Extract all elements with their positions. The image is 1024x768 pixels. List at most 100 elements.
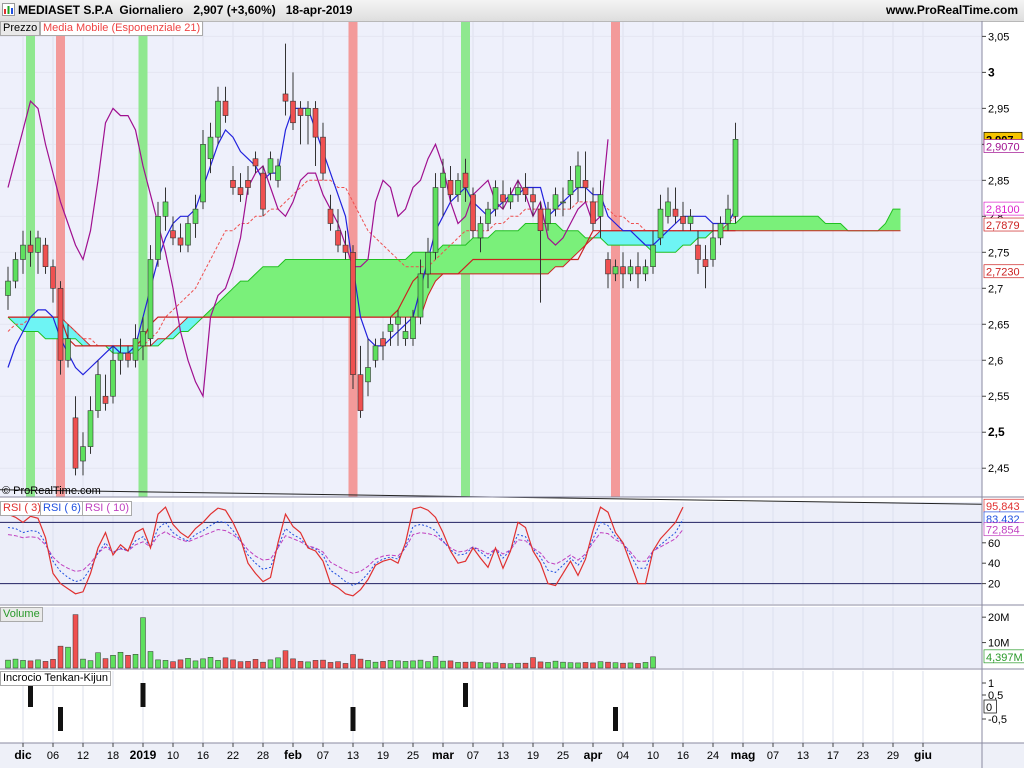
site-url[interactable]: www.ProRealTime.com (886, 3, 1018, 17)
cloud-segment (375, 259, 383, 318)
volume-bar (42, 661, 49, 669)
chart-header: MEDIASET S.P.A Giornaliero 2,907 (+3,60%… (0, 0, 1024, 22)
volume-bar (642, 662, 649, 669)
xaxis-tick-label: 07 (767, 750, 779, 762)
candle-bear (702, 259, 709, 267)
volume-bar (605, 661, 611, 669)
volume-axis-tick-label: 20M (988, 612, 1009, 624)
volume-bar (312, 660, 319, 669)
price-axis-tick-label: 2,5 (988, 425, 1005, 439)
candle-bull (20, 244, 26, 260)
volume-bar (177, 659, 184, 669)
candle-bear (237, 187, 244, 196)
rsi-panel-bg (0, 502, 982, 604)
rsi10-label: RSI ( 10) (85, 502, 130, 514)
volume-bar (620, 662, 626, 669)
cloud-segment (780, 216, 788, 231)
price-axis-tick-label: 2,45 (988, 463, 1009, 475)
cloud-segment (480, 237, 488, 274)
cloud-segment (758, 216, 766, 231)
volume-bar (432, 656, 439, 669)
volume-bar (50, 659, 56, 669)
price-axis-tick-label: 2,6 (988, 355, 1003, 367)
volume-bar (245, 661, 251, 669)
candle-bear (170, 230, 176, 239)
price-axis-tick-label: 3,05 (988, 31, 1009, 43)
cloud-segment (503, 230, 511, 274)
candle-bull (597, 194, 604, 217)
rsi-axis-tick-label: 60 (988, 538, 1000, 550)
xaxis-tick-label: 04 (617, 750, 629, 762)
volume-bar (87, 660, 94, 669)
rsi-axis-tick-label: 40 (988, 558, 1000, 570)
candle-bull (402, 331, 409, 339)
candle-bear (522, 187, 529, 196)
candle-bull (395, 316, 401, 325)
price-label: Prezzo (3, 22, 38, 34)
cross-axis-tick-label: 1 (988, 678, 994, 690)
cross-signal-bar (350, 707, 356, 731)
cloud-segment (630, 230, 638, 246)
volume-bar (357, 658, 364, 669)
cloud-segment (803, 216, 811, 231)
cloud-segment (270, 266, 278, 318)
cloud-segment (443, 245, 451, 274)
xaxis-tick-label: 18 (107, 750, 119, 762)
candle-bull (132, 338, 139, 361)
candle-bull (567, 180, 574, 196)
volume-bar (170, 661, 176, 669)
candle-bull (477, 223, 484, 239)
volume-bar (20, 660, 26, 669)
cloud-segment (765, 216, 773, 231)
candle-bear (470, 194, 476, 232)
cross-signal-bar (140, 683, 146, 707)
candle-bull (507, 194, 514, 203)
candle-bull (552, 194, 559, 210)
cloud-segment (338, 259, 346, 318)
ema-label: Media Mobile (Esponenziale 21) (43, 22, 201, 34)
volume-bar (537, 661, 544, 669)
cloud-segment (30, 317, 38, 332)
cloud-segment (743, 216, 751, 231)
candle-bear (335, 230, 341, 246)
candle-bull (365, 367, 371, 383)
candle-bull (65, 338, 71, 361)
volume-axis-tick-label: 10M (988, 638, 1009, 650)
xaxis-tick-label: 19 (377, 750, 389, 762)
watermark: © ProRealTime.com (2, 485, 101, 497)
candle-bull (710, 237, 716, 260)
volume-bar (507, 663, 514, 669)
price-value-tag-label: 2,9070 (986, 142, 1020, 154)
cloud-segment (698, 230, 706, 238)
candle-bear (72, 417, 79, 469)
volume-bar (140, 617, 146, 669)
candle-bear (290, 100, 296, 124)
cloud-segment (788, 216, 796, 231)
candle-bull (657, 208, 664, 239)
volume-bar (57, 645, 64, 669)
volume-bar (560, 661, 566, 669)
candle-bull (665, 201, 671, 217)
candle-bull (732, 139, 739, 217)
chart-area[interactable]: 2,452,52,552,62,652,72,752,82,852,92,953… (0, 21, 1024, 768)
candle-bull (267, 158, 274, 174)
volume-bar (320, 659, 326, 669)
candle-bull (80, 446, 86, 462)
cloud-segment (668, 230, 676, 253)
rsi3-legend: RSI ( 3) (0, 501, 44, 516)
candle-bear (230, 180, 236, 188)
cloud-segment (825, 223, 833, 231)
xaxis-tick-label: 16 (197, 750, 209, 762)
candle-bear (282, 93, 289, 102)
candle-bear (447, 180, 454, 196)
candle-bull (110, 359, 116, 397)
candle-bear (357, 374, 364, 411)
candle-bear (42, 244, 49, 267)
candle-bear (500, 194, 506, 203)
candle-bear (260, 172, 266, 210)
volume-bar (215, 660, 221, 669)
volume-bar (110, 655, 116, 669)
volume-legend: Volume (0, 607, 43, 622)
candle-bear (620, 266, 626, 275)
candle-bull (207, 136, 214, 160)
